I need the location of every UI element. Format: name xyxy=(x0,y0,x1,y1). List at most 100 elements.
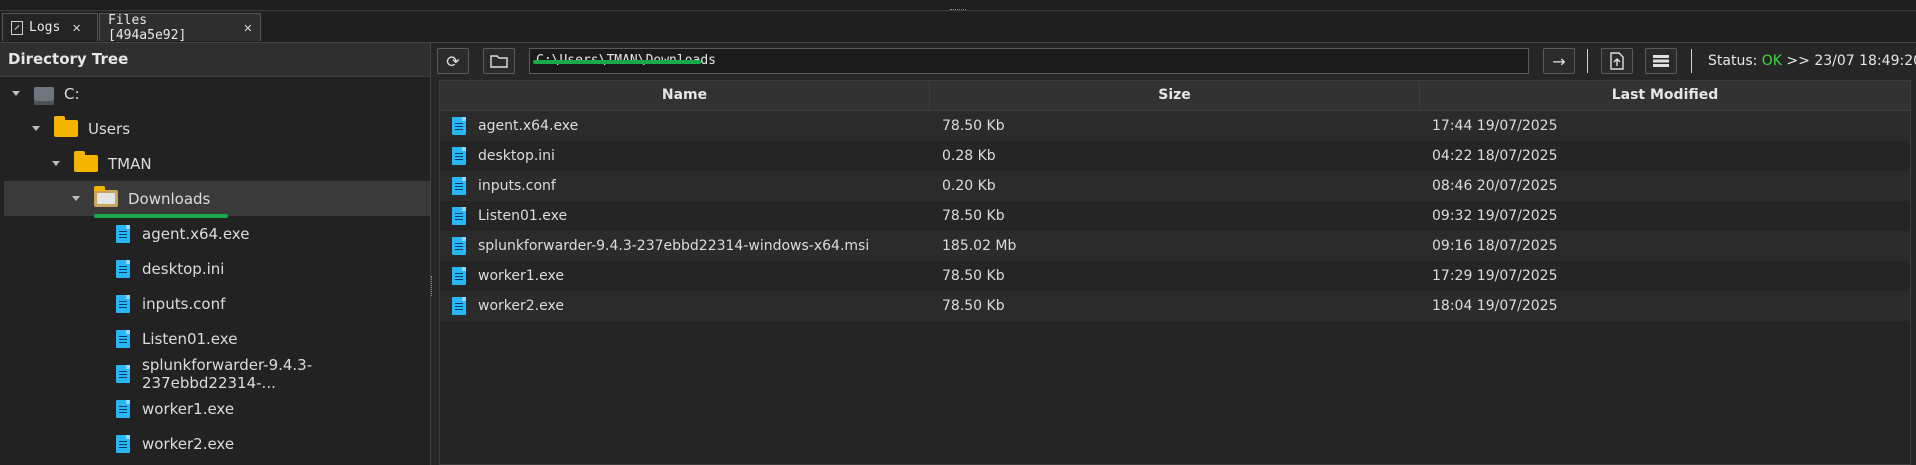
table-row[interactable]: agent.x64.exe 78.50 Kb 17:44 19/07/2025 xyxy=(440,111,1910,141)
folder-outline-icon xyxy=(490,55,508,68)
tree-node-drive[interactable]: C: xyxy=(12,76,80,111)
file-size: 0.28 Kb xyxy=(942,148,996,164)
file-icon xyxy=(452,177,466,195)
file-name: worker2.exe xyxy=(478,298,564,314)
file-icon xyxy=(116,364,130,383)
tree-node-tman[interactable]: TMAN xyxy=(52,146,152,181)
file-icon xyxy=(452,237,466,255)
tree-node-downloads[interactable]: Downloads xyxy=(4,181,430,216)
file-size: 78.50 Kb xyxy=(942,208,1005,224)
chevron-down-icon[interactable] xyxy=(52,161,60,166)
file-icon xyxy=(116,259,130,278)
status-label: Status: xyxy=(1708,53,1762,69)
file-modified: 17:44 19/07/2025 xyxy=(1432,118,1558,134)
column-header-modified[interactable]: Last Modified xyxy=(1420,81,1910,110)
column-header-name[interactable]: Name xyxy=(440,81,930,110)
list-view-button[interactable] xyxy=(1645,48,1677,74)
close-icon[interactable]: ✕ xyxy=(72,20,80,36)
file-size: 78.50 Kb xyxy=(942,298,1005,314)
tree-node-file[interactable]: worker1.exe xyxy=(116,391,234,426)
tree-node-file[interactable]: worker2.exe xyxy=(116,426,234,461)
file-name: desktop.ini xyxy=(478,148,555,164)
go-button[interactable]: → xyxy=(1543,48,1575,74)
chevron-down-icon[interactable] xyxy=(72,196,80,201)
tree-node-file[interactable]: splunkforwarder-9.4.3-237ebbd22314-... xyxy=(116,355,430,392)
chevron-down-icon[interactable] xyxy=(12,91,20,96)
file-name: worker1.exe xyxy=(478,268,564,284)
column-header-size[interactable]: Size xyxy=(930,81,1420,110)
file-icon xyxy=(452,207,466,225)
table-row[interactable]: splunkforwarder-9.4.3-237ebbd22314-windo… xyxy=(440,231,1910,261)
file-modified: 04:22 18/07/2025 xyxy=(1432,148,1558,164)
directory-tree-header: Directory Tree xyxy=(0,43,430,77)
file-size: 78.50 Kb xyxy=(942,118,1005,134)
chevron-down-icon[interactable] xyxy=(32,126,40,131)
file-icon xyxy=(116,399,130,418)
file-modified: 09:16 18/07/2025 xyxy=(1432,238,1558,254)
file-name: Listen01.exe xyxy=(478,208,568,224)
tree-node-label: TMAN xyxy=(108,154,152,173)
tab-logs[interactable]: Logs ✕ xyxy=(2,13,98,41)
file-icon xyxy=(452,297,466,315)
highlight-underline xyxy=(533,60,701,64)
upload-file-icon xyxy=(1610,52,1624,70)
tree-node-label: worker2.exe xyxy=(142,434,235,453)
tree-node-file[interactable]: agent.x64.exe xyxy=(116,216,249,251)
tab-bar: Logs ✕ Files [494a5e92] ✕ xyxy=(0,12,1916,43)
panel-splitter[interactable] xyxy=(431,276,435,296)
tab-files-label: Files [494a5e92] xyxy=(108,12,187,43)
refresh-button[interactable]: ⟳ xyxy=(437,48,469,74)
folder-icon xyxy=(74,151,98,172)
tab-logs-label: Logs xyxy=(29,20,61,35)
tree-node-file[interactable]: inputs.conf xyxy=(116,286,225,321)
folder-open-icon xyxy=(94,186,118,207)
tree-node-file[interactable]: Listen01.exe xyxy=(116,321,237,356)
file-icon xyxy=(116,294,130,313)
status-text: Status: OK >> 23/07 18:49:20 xyxy=(1708,43,1916,79)
arrow-right-icon: → xyxy=(1552,51,1566,71)
file-name: splunkforwarder-9.4.3-237ebbd22314-windo… xyxy=(478,238,870,254)
table-row[interactable]: worker2.exe 78.50 Kb 18:04 19/07/2025 xyxy=(440,291,1910,321)
file-icon xyxy=(452,147,466,165)
file-size: 185.02 Mb xyxy=(942,238,1017,254)
toolbar: ⟳ C:\Users\TMAN\Downloads → Status: OK >… xyxy=(437,43,1916,79)
folder-icon xyxy=(54,116,78,137)
table-row[interactable]: inputs.conf 0.20 Kb 08:46 20/07/2025 xyxy=(440,171,1910,201)
tree-node-file[interactable]: desktop.ini xyxy=(116,251,224,286)
table-row[interactable]: Listen01.exe 78.50 Kb 09:32 19/07/2025 xyxy=(440,201,1910,231)
file-modified: 17:29 19/07/2025 xyxy=(1432,268,1558,284)
open-folder-button[interactable] xyxy=(483,48,515,74)
refresh-icon: ⟳ xyxy=(446,51,460,71)
toolbar-divider xyxy=(1691,49,1692,73)
tree-node-label: splunkforwarder-9.4.3-237ebbd22314-... xyxy=(142,355,313,392)
file-icon xyxy=(116,329,130,348)
list-icon xyxy=(1653,55,1669,67)
tree-node-label: Listen01.exe xyxy=(142,329,238,348)
close-icon[interactable]: ✕ xyxy=(244,20,252,36)
file-icon xyxy=(116,224,130,243)
tree-node-label: Downloads xyxy=(128,189,211,208)
tab-files[interactable]: Files [494a5e92] ✕ xyxy=(99,12,261,43)
file-list-panel: ⟳ C:\Users\TMAN\Downloads → Status: OK >… xyxy=(437,43,1916,465)
file-name: agent.x64.exe xyxy=(478,118,579,134)
tree-node-users[interactable]: Users xyxy=(32,111,130,146)
tree-node-label: agent.x64.exe xyxy=(142,224,250,243)
status-badge: OK xyxy=(1761,53,1782,69)
tree-node-label: desktop.ini xyxy=(142,259,225,278)
table-row[interactable]: desktop.ini 0.28 Kb 04:22 18/07/2025 xyxy=(440,141,1910,171)
table-body: agent.x64.exe 78.50 Kb 17:44 19/07/2025 … xyxy=(440,111,1910,321)
file-size: 78.50 Kb xyxy=(942,268,1005,284)
log-icon xyxy=(11,20,23,35)
tree-node-label: C: xyxy=(64,84,80,103)
file-table: Name Size Last Modified agent.x64.exe 78… xyxy=(439,80,1911,465)
file-name: inputs.conf xyxy=(478,178,556,194)
file-icon xyxy=(452,267,466,285)
file-modified: 09:32 19/07/2025 xyxy=(1432,208,1558,224)
table-row[interactable]: worker1.exe 78.50 Kb 17:29 19/07/2025 xyxy=(440,261,1910,291)
drive-icon xyxy=(34,86,54,105)
file-modified: 08:46 20/07/2025 xyxy=(1432,178,1558,194)
table-header: Name Size Last Modified xyxy=(440,81,1910,111)
status-timestamp: >> 23/07 18:49:20 xyxy=(1781,53,1916,69)
upload-button[interactable] xyxy=(1601,48,1633,74)
file-icon xyxy=(452,117,466,135)
